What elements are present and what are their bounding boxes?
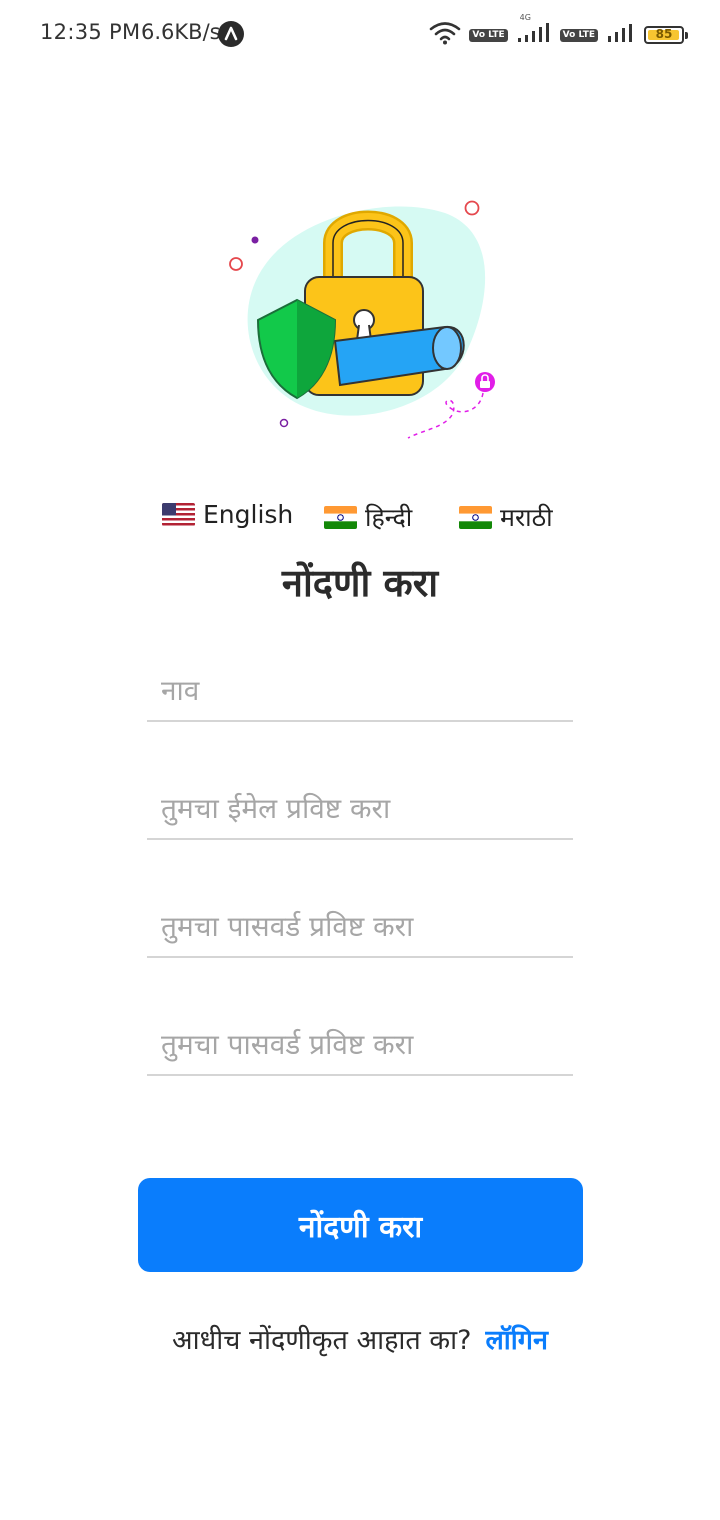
login-prompt: आधीच नोंदणीकृत आहात का? लॉगिन [0, 1320, 720, 1357]
status-time: 12:35 PM [40, 20, 141, 44]
signal-icon: 4G [516, 13, 552, 48]
india-flag-icon [324, 505, 357, 529]
language-label: English [203, 500, 294, 529]
network-speed: 6.6KB/s [141, 20, 221, 44]
us-flag-icon [162, 503, 195, 526]
name-field[interactable] [147, 660, 573, 722]
language-label: मराठी [500, 503, 553, 532]
india-flag-icon [459, 505, 492, 529]
language-option-marathi[interactable]: मराठी [459, 500, 553, 534]
login-link[interactable]: लॉगिन [485, 1325, 547, 1356]
page-title: नोंदणी करा [281, 561, 439, 605]
language-option-hindi[interactable]: हिन्दी [324, 500, 412, 534]
confirm-password-field[interactable] [147, 1014, 573, 1076]
email-field[interactable] [147, 778, 573, 840]
status-bar: 12:35 PM 6.6KB/s Vo LTE 4G Vo LTE 85 [0, 0, 720, 70]
wifi-icon [429, 21, 461, 49]
register-button[interactable]: नोंदणी करा [138, 1178, 583, 1272]
language-selector: English हिन्दी मराठी [0, 500, 720, 540]
volte-icon-2: Vo LTE [559, 28, 598, 42]
battery-icon: 85 [644, 26, 688, 44]
security-lock-shield-illustration [225, 195, 505, 445]
signal-icon-2 [606, 22, 636, 48]
battery-cap [685, 32, 688, 39]
volte-icon: Vo LTE [469, 28, 508, 42]
status-icons: Vo LTE 4G Vo LTE 85 [429, 13, 688, 50]
language-option-english[interactable]: English [162, 500, 293, 529]
battery-level: 85 [655, 27, 673, 41]
password-field[interactable] [147, 896, 573, 958]
network-type-label: 4G [519, 13, 531, 22]
language-label: हिन्दी [365, 503, 413, 532]
login-prompt-text: आधीच नोंदणीकृत आहात का? [172, 1325, 472, 1356]
app-notification-icon [218, 21, 244, 47]
